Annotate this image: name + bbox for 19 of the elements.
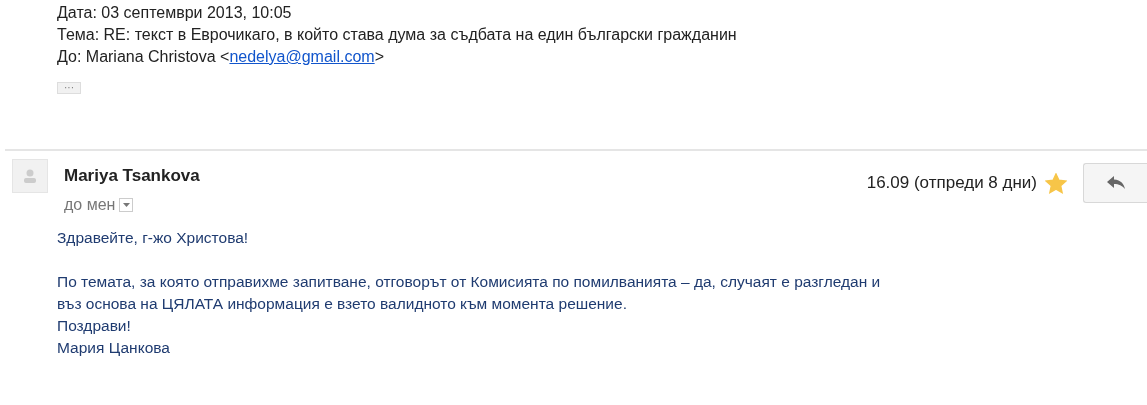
caret-icon	[122, 202, 130, 207]
body-text-line: По темата, за която отправихме запитване, отговорът от Комисията по помилванията – да, случаят е разгледан и	[57, 271, 882, 292]
reply-button[interactable]	[1083, 163, 1147, 203]
person-icon	[23, 169, 37, 183]
show-trimmed-button[interactable]: ···	[57, 82, 81, 94]
recipient-line: До: Mariana Christova <nedelya@gmail.com>	[57, 47, 385, 67]
subject-line: Тема: RE: текст в Еврочикаго, в който става дума за съдбата на един български гражданин	[57, 25, 738, 45]
dropdown-button[interactable]	[119, 197, 134, 212]
message-date: 16.09 (отпреди 8 дни)	[866, 172, 1037, 195]
email-link[interactable]: nedelya@gmail.com	[229, 48, 375, 65]
date-line: Дата: 03 септември 2013, 10:05	[57, 3, 293, 23]
recipient-label: до мен	[64, 194, 116, 215]
body-text-line: въз основа на ЦЯЛАТА информация е взето валидното към момента решение.	[57, 293, 628, 314]
body-text-line: Здравейте, г-жо Христова!	[57, 227, 250, 248]
sender-name: Mariya Tsankova	[64, 165, 201, 187]
star-icon[interactable]	[1045, 172, 1067, 194]
body-text-line: Поздрави!	[57, 315, 132, 336]
reply-icon	[1106, 176, 1125, 190]
body-text-line: Мария Цанкова	[57, 337, 171, 358]
